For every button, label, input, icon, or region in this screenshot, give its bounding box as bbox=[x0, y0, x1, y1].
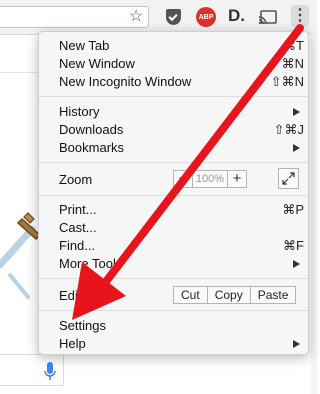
edit-label: Edit bbox=[59, 288, 82, 303]
menu-item-print[interactable]: Print... ⌘P bbox=[39, 201, 308, 219]
new-window-label: New Window bbox=[59, 56, 135, 71]
menu-item-more-tools[interactable]: More Tools bbox=[39, 255, 308, 273]
d-label: D. bbox=[228, 6, 245, 25]
menu-separator bbox=[39, 310, 308, 311]
menu-item-zoom: Zoom − 100% + bbox=[39, 168, 308, 189]
chrome-menu-button[interactable]: ⋮ bbox=[291, 5, 309, 27]
zoom-in-button[interactable]: + bbox=[227, 170, 247, 188]
adblock-plus-icon[interactable]: ABP bbox=[196, 7, 216, 27]
abp-label: ABP bbox=[198, 13, 214, 21]
find-shortcut: ⌘F bbox=[283, 238, 304, 253]
cast-icon[interactable] bbox=[259, 10, 277, 24]
new-tab-shortcut: ⌘T bbox=[283, 38, 304, 53]
settings-label: Settings bbox=[59, 318, 106, 333]
menu-item-new-window[interactable]: New Window ⌘N bbox=[39, 55, 308, 73]
page-divider bbox=[0, 72, 40, 73]
find-label: Find... bbox=[59, 238, 96, 253]
menu-item-edit: Edit Cut Copy Paste bbox=[39, 286, 308, 305]
zoom-level: 100% bbox=[193, 170, 227, 188]
menu-item-new-tab[interactable]: New Tab ⌘T bbox=[39, 37, 308, 55]
new-incognito-label: New Incognito Window bbox=[59, 74, 192, 89]
d-extension-icon[interactable]: D. bbox=[228, 7, 245, 25]
submenu-arrow-icon bbox=[293, 108, 300, 116]
browser-toolbar: ☆ ABP D. ⋮ bbox=[0, 0, 317, 35]
submenu-arrow-icon bbox=[293, 340, 300, 348]
downloads-label: Downloads bbox=[59, 122, 124, 137]
downloads-shortcut: ⇧⌘J bbox=[273, 122, 304, 137]
print-shortcut: ⌘P bbox=[282, 202, 304, 217]
menu-separator bbox=[39, 278, 308, 279]
submenu-arrow-icon bbox=[293, 260, 300, 268]
copy-button[interactable]: Copy bbox=[207, 286, 251, 304]
menu-item-history[interactable]: History bbox=[39, 103, 308, 121]
more-tools-label: More Tools bbox=[59, 256, 123, 271]
edit-controls: Cut Copy Paste bbox=[173, 286, 297, 304]
submenu-arrow-icon bbox=[293, 144, 300, 152]
print-label: Print... bbox=[59, 202, 97, 217]
menu-item-downloads[interactable]: Downloads ⇧⌘J bbox=[39, 121, 308, 139]
menu-separator bbox=[39, 162, 308, 163]
menu-separator bbox=[39, 96, 308, 97]
chrome-main-menu: New Tab ⌘T New Window ⌘N New Incognito W… bbox=[38, 31, 309, 355]
cast-label: Cast... bbox=[59, 220, 97, 235]
menu-item-cast[interactable]: Cast... bbox=[39, 219, 308, 237]
menu-item-new-incognito-window[interactable]: New Incognito Window ⇧⌘N bbox=[39, 73, 308, 91]
new-tab-label: New Tab bbox=[59, 38, 110, 53]
star-icon[interactable]: ☆ bbox=[129, 8, 143, 26]
pocket-shield-icon[interactable] bbox=[166, 9, 181, 25]
paste-button[interactable]: Paste bbox=[250, 286, 297, 304]
scrollbar[interactable] bbox=[311, 34, 317, 394]
fullscreen-button[interactable] bbox=[278, 168, 299, 189]
new-incognito-shortcut: ⇧⌘N bbox=[270, 74, 304, 89]
help-label: Help bbox=[59, 336, 86, 351]
address-bar[interactable] bbox=[0, 6, 149, 28]
menu-item-settings[interactable]: Settings bbox=[39, 317, 308, 335]
microphone-icon[interactable] bbox=[44, 362, 56, 382]
new-window-shortcut: ⌘N bbox=[281, 56, 304, 71]
cut-button[interactable]: Cut bbox=[173, 286, 208, 304]
history-label: History bbox=[59, 104, 100, 119]
menu-item-find[interactable]: Find... ⌘F bbox=[39, 237, 308, 255]
menu-item-bookmarks[interactable]: Bookmarks bbox=[39, 139, 308, 157]
zoom-label: Zoom bbox=[59, 172, 93, 187]
zoom-control: − 100% + bbox=[173, 170, 247, 188]
bookmarks-label: Bookmarks bbox=[59, 140, 125, 155]
kebab-icon: ⋮ bbox=[292, 7, 308, 24]
menu-separator bbox=[39, 195, 308, 196]
zoom-out-button[interactable]: − bbox=[173, 170, 193, 188]
menu-item-help[interactable]: Help bbox=[39, 335, 308, 353]
fullscreen-icon bbox=[282, 172, 295, 185]
